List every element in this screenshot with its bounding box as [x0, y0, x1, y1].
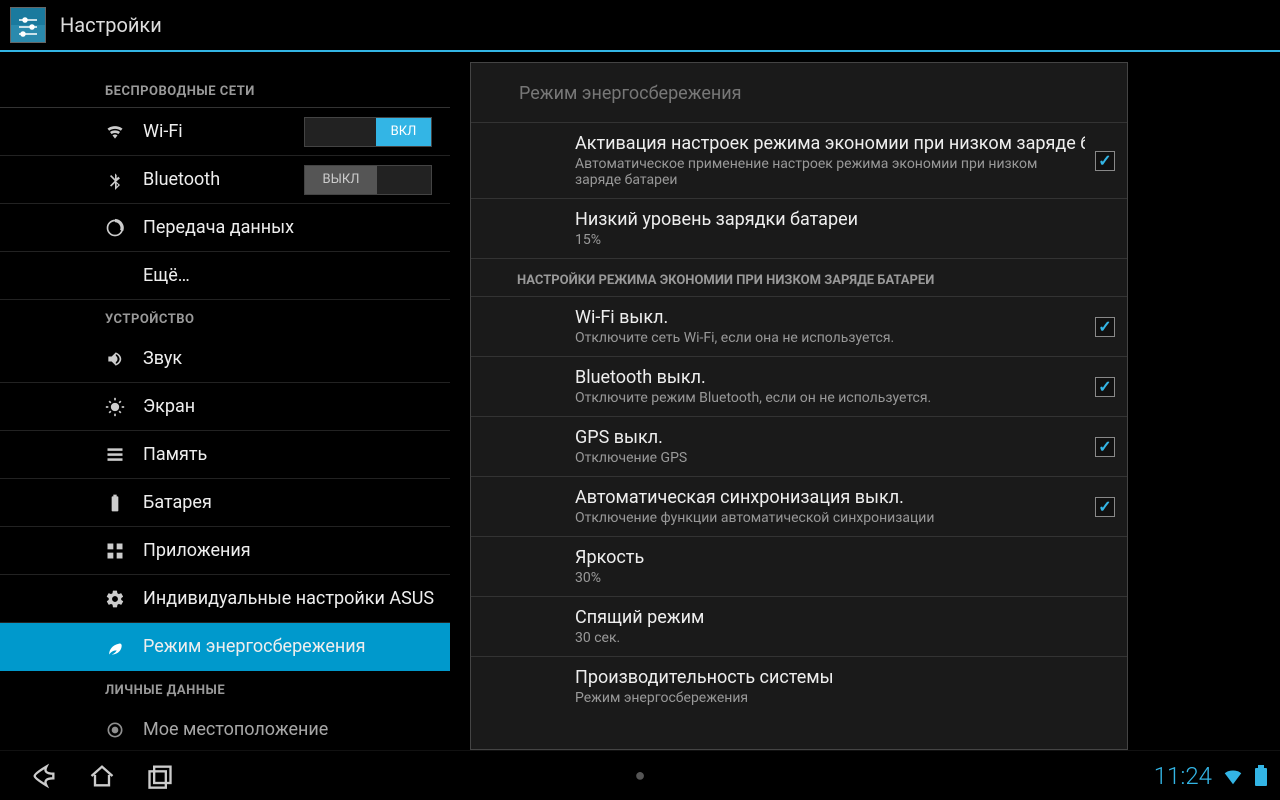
sidebar-label: Wi-Fi: [143, 121, 183, 142]
sidebar-label: Мое местоположение: [143, 719, 328, 740]
wifi-toggle[interactable]: ВКЛ: [304, 117, 432, 147]
sidebar-item-asus[interactable]: Индивидуальные настройки ASUS: [0, 575, 450, 623]
category-device: УСТРОЙСТВО: [0, 300, 460, 335]
setting-performance[interactable]: Производительность системы Режим энергос…: [471, 657, 1127, 716]
app-header: Настройки: [0, 0, 1280, 52]
location-icon: [105, 720, 133, 740]
setting-subtitle: Отключите режим Bluetooth, если он не ис…: [575, 390, 1085, 406]
setting-subtitle: Автоматическое применение настроек режим…: [575, 156, 1085, 188]
sidebar-item-display[interactable]: Экран: [0, 383, 450, 431]
setting-brightness[interactable]: Яркость 30%: [471, 537, 1127, 597]
apps-icon: [105, 541, 133, 561]
settings-panel: Режим энергосбережения Активация настрое…: [470, 62, 1128, 750]
setting-subtitle: Режим энергосбережения: [575, 690, 1115, 706]
checkbox[interactable]: [1095, 437, 1115, 457]
checkbox[interactable]: [1095, 497, 1115, 517]
sound-icon: [105, 349, 133, 369]
panel-title: Режим энергосбережения: [471, 63, 1127, 123]
storage-icon: [105, 445, 133, 465]
sidebar-item-location[interactable]: Мое местоположение: [0, 706, 450, 750]
checkbox[interactable]: [1095, 377, 1115, 397]
category-personal: ЛИЧНЫЕ ДАННЫЕ: [0, 671, 460, 706]
setting-gps-off[interactable]: GPS выкл. Отключение GPS: [471, 417, 1127, 477]
sidebar-label: Звук: [143, 348, 182, 369]
setting-title: Яркость: [575, 547, 1115, 568]
display-icon: [105, 397, 133, 417]
setting-title: GPS выкл.: [575, 427, 1085, 448]
sidebar-label: Bluetooth: [143, 169, 220, 190]
sidebar-item-bluetooth[interactable]: Bluetooth ВЫКЛ: [0, 156, 450, 204]
system-navbar: ● 11:24: [0, 750, 1280, 800]
wifi-status-icon: [1222, 765, 1244, 787]
bluetooth-icon: [105, 170, 133, 190]
sidebar-item-battery[interactable]: Батарея: [0, 479, 450, 527]
category-wireless: БЕСПРОВОДНЫЕ СЕТИ: [0, 72, 450, 108]
setting-activation[interactable]: Активация настроек режима экономии при н…: [471, 123, 1127, 199]
setting-title: Bluetooth выкл.: [575, 367, 1085, 388]
sidebar-item-storage[interactable]: Память: [0, 431, 450, 479]
setting-sleep[interactable]: Спящий режим 30 сек.: [471, 597, 1127, 657]
sidebar-item-wifi[interactable]: Wi-Fi ВКЛ: [0, 108, 450, 156]
wifi-icon: [105, 122, 133, 142]
data-usage-icon: [105, 218, 133, 238]
leaf-icon: [105, 637, 133, 657]
sidebar-label: Батарея: [143, 492, 212, 513]
gear-icon: [105, 589, 133, 609]
setting-subtitle: 30%: [575, 570, 1115, 586]
checkbox[interactable]: [1095, 151, 1115, 171]
section-header: НАСТРОЙКИ РЕЖИМА ЭКОНОМИИ ПРИ НИЗКОМ ЗАР…: [471, 259, 1127, 297]
setting-title: Спящий режим: [575, 607, 1115, 628]
battery-status-icon: [1254, 765, 1268, 787]
content-area: Режим энергосбережения Активация настрое…: [460, 52, 1280, 750]
clock[interactable]: 11:24: [1154, 762, 1212, 790]
setting-title: Производительность системы: [575, 667, 1115, 688]
setting-wifi-off[interactable]: Wi-Fi выкл. Отключите сеть Wi-Fi, если о…: [471, 297, 1127, 357]
sidebar: БЕСПРОВОДНЫЕ СЕТИ Wi-Fi ВКЛ Bluetooth ВЫ…: [0, 52, 460, 750]
bluetooth-toggle[interactable]: ВЫКЛ: [304, 165, 432, 195]
sidebar-item-power-saving[interactable]: Режим энергосбережения: [0, 623, 450, 671]
sidebar-item-more[interactable]: Ещё…: [0, 252, 450, 300]
sidebar-item-apps[interactable]: Приложения: [0, 527, 450, 575]
sidebar-label: Экран: [143, 396, 195, 417]
back-button[interactable]: [30, 762, 58, 790]
sidebar-label: Память: [143, 444, 207, 465]
sidebar-item-data[interactable]: Передача данных: [0, 204, 450, 252]
sidebar-label: Индивидуальные настройки ASUS: [143, 588, 434, 609]
setting-subtitle: 15%: [575, 232, 1115, 248]
setting-subtitle: Отключение GPS: [575, 450, 1085, 466]
sidebar-item-sound[interactable]: Звук: [0, 335, 450, 383]
nav-handle-icon[interactable]: ●: [635, 765, 646, 786]
setting-subtitle: Отключение функции автоматической синхро…: [575, 510, 1085, 526]
setting-title: Автоматическая синхронизация выкл.: [575, 487, 1085, 508]
sidebar-label: Приложения: [143, 540, 251, 561]
checkbox[interactable]: [1095, 317, 1115, 337]
setting-subtitle: 30 сек.: [575, 630, 1115, 646]
battery-icon: [105, 493, 133, 513]
settings-icon: [10, 7, 46, 43]
page-title: Настройки: [60, 13, 162, 37]
setting-title: Низкий уровень зарядки батареи: [575, 209, 1115, 230]
sidebar-label: Передача данных: [143, 217, 294, 238]
setting-subtitle: Отключите сеть Wi-Fi, если она не исполь…: [575, 330, 1085, 346]
setting-low-battery-level[interactable]: Низкий уровень зарядки батареи 15%: [471, 199, 1127, 259]
recent-apps-button[interactable]: [146, 762, 174, 790]
sidebar-label: Ещё…: [143, 265, 190, 286]
setting-title: Активация настроек режима экономии при н…: [575, 133, 1085, 154]
home-button[interactable]: [88, 762, 116, 790]
setting-sync-off[interactable]: Автоматическая синхронизация выкл. Отклю…: [471, 477, 1127, 537]
setting-bluetooth-off[interactable]: Bluetooth выкл. Отключите режим Bluetoot…: [471, 357, 1127, 417]
setting-title: Wi-Fi выкл.: [575, 307, 1085, 328]
sidebar-label: Режим энергосбережения: [143, 636, 366, 657]
